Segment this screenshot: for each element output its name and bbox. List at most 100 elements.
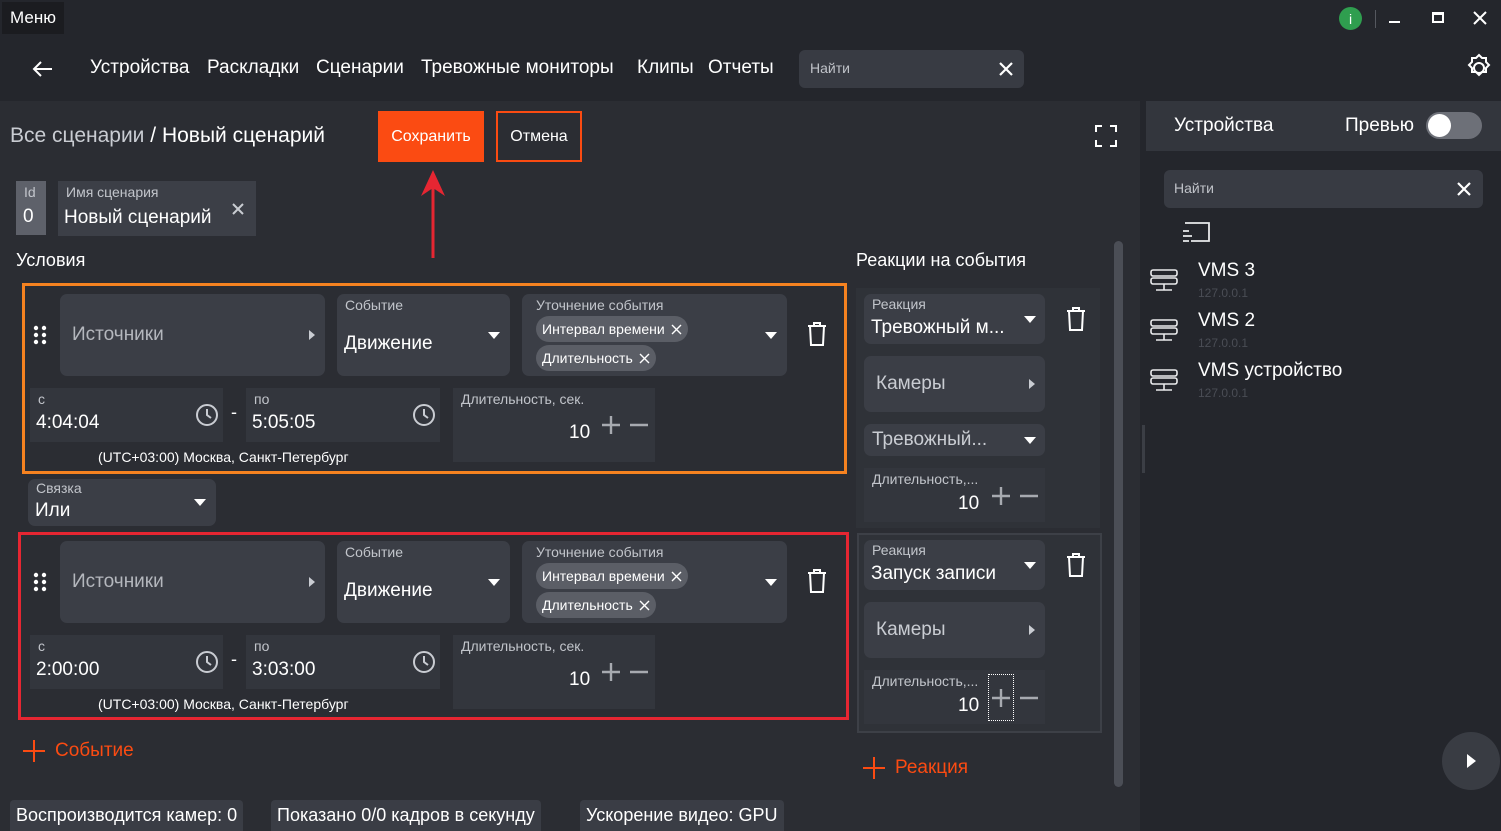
time-to-value: 5:05:05 bbox=[252, 412, 316, 433]
scenario-name-field[interactable]: Имя сценария Новый сценарий bbox=[58, 181, 256, 236]
chevron-down-icon bbox=[194, 499, 206, 506]
chip-duration[interactable]: Длительность bbox=[536, 345, 656, 371]
time-from-field[interactable]: с 4:04:04 bbox=[30, 388, 223, 442]
plus-icon[interactable] bbox=[991, 688, 1011, 708]
time-to-field[interactable]: по 5:05:05 bbox=[246, 388, 440, 442]
minus-icon[interactable] bbox=[1019, 688, 1039, 708]
delete-reaction-icon[interactable] bbox=[1066, 307, 1086, 331]
editor-scrollbar[interactable] bbox=[1114, 241, 1123, 787]
event-select[interactable]: Событие Движение bbox=[337, 294, 510, 376]
time-from-label: с bbox=[38, 638, 45, 654]
sources-selector[interactable]: Источники bbox=[60, 541, 325, 623]
reaction-select[interactable]: Реакция Запуск записи bbox=[864, 540, 1045, 590]
chip-remove-icon[interactable] bbox=[671, 324, 682, 335]
time-dash: - bbox=[231, 402, 237, 422]
plus-icon[interactable] bbox=[601, 662, 621, 682]
chip-remove-icon[interactable] bbox=[639, 353, 650, 364]
reaction-select[interactable]: Реакция Тревожный м... bbox=[864, 294, 1045, 344]
chip-interval[interactable]: Интервал времени bbox=[536, 316, 688, 342]
chip-duration[interactable]: Длительность bbox=[536, 592, 656, 618]
chevron-down-icon bbox=[1024, 562, 1036, 569]
device-name[interactable]: VMS устройство bbox=[1198, 360, 1342, 382]
reaction-cameras-selector[interactable]: Камеры bbox=[864, 356, 1045, 412]
nav-scenarios[interactable]: Сценарии bbox=[316, 57, 404, 79]
nav-reports[interactable]: Отчеты bbox=[708, 57, 774, 79]
alarm-monitor-select[interactable]: Тревожный... bbox=[864, 424, 1045, 456]
duration-label: Длительность, сек. bbox=[461, 638, 585, 654]
device-group-icon[interactable] bbox=[1182, 222, 1210, 246]
reaction-duration-stepper[interactable]: Длительность,... 10 bbox=[864, 468, 1045, 522]
nav-clips[interactable]: Клипы bbox=[637, 57, 694, 79]
reaction-duration-value: 10 bbox=[958, 695, 980, 716]
drag-handle-icon[interactable] bbox=[33, 325, 47, 345]
cancel-button[interactable]: Отмена bbox=[496, 111, 582, 162]
fullscreen-icon[interactable] bbox=[1095, 125, 1117, 147]
nav-alarm-monitors[interactable]: Тревожные мониторы bbox=[421, 57, 614, 79]
maximize-icon[interactable] bbox=[1432, 12, 1444, 23]
clear-name-icon[interactable] bbox=[232, 203, 244, 215]
tab-devices[interactable]: Устройства bbox=[1174, 115, 1273, 137]
time-to-value: 3:03:00 bbox=[252, 659, 316, 680]
time-to-field[interactable]: по 3:03:00 bbox=[246, 635, 440, 689]
plus-icon[interactable] bbox=[601, 415, 621, 435]
minus-icon[interactable] bbox=[629, 662, 649, 682]
duration-value: 10 bbox=[569, 669, 591, 690]
save-button[interactable]: Сохранить bbox=[378, 111, 484, 162]
clock-icon[interactable] bbox=[195, 650, 219, 674]
devices-panel bbox=[1146, 101, 1501, 831]
reaction-duration-stepper[interactable]: Длительность,... 10 bbox=[864, 670, 1045, 724]
time-to-label: по bbox=[254, 391, 270, 407]
device-name[interactable]: VMS 3 bbox=[1198, 260, 1255, 282]
duration-stepper[interactable]: Длительность, сек. 10 bbox=[453, 388, 655, 462]
add-reaction-button[interactable]: Реакция bbox=[862, 756, 968, 780]
chevron-right-icon bbox=[1029, 625, 1035, 635]
duration-value: 10 bbox=[569, 422, 591, 443]
time-dash: - bbox=[231, 649, 237, 669]
nav-devices[interactable]: Устройства bbox=[90, 57, 189, 79]
device-name[interactable]: VMS 2 bbox=[1198, 310, 1255, 332]
sources-selector[interactable]: Источники bbox=[60, 294, 325, 376]
chip-remove-icon[interactable] bbox=[639, 600, 650, 611]
panel-splitter[interactable] bbox=[1142, 425, 1145, 473]
clear-search-icon[interactable] bbox=[1457, 182, 1471, 196]
add-event-button[interactable]: Событие bbox=[22, 739, 134, 763]
minus-icon[interactable] bbox=[1019, 486, 1039, 506]
delete-condition-icon[interactable] bbox=[807, 322, 827, 346]
menu-button[interactable]: Меню bbox=[2, 2, 64, 34]
clock-icon[interactable] bbox=[412, 650, 436, 674]
event-refine-select[interactable]: Уточнение события Интервал времени Длите… bbox=[522, 294, 787, 376]
minus-icon[interactable] bbox=[629, 415, 649, 435]
info-icon[interactable]: i bbox=[1339, 7, 1362, 30]
device-search-input[interactable]: Найти bbox=[1164, 170, 1483, 208]
time-from-field[interactable]: с 2:00:00 bbox=[30, 635, 223, 689]
chevron-right-icon bbox=[1029, 379, 1035, 389]
breadcrumb-all[interactable]: Все сценарии bbox=[10, 124, 144, 147]
chip-interval-label: Интервал времени bbox=[542, 568, 665, 584]
reaction-cameras-selector[interactable]: Камеры bbox=[864, 602, 1045, 658]
event-select[interactable]: Событие Движение bbox=[337, 541, 510, 623]
link-select[interactable]: Связка Или bbox=[28, 479, 216, 526]
settings-gear-icon[interactable] bbox=[1463, 52, 1495, 84]
device-ip: 127.0.0.1 bbox=[1198, 336, 1249, 350]
minimize-icon[interactable] bbox=[1389, 21, 1400, 23]
preview-toggle[interactable] bbox=[1426, 112, 1482, 139]
delete-condition-icon[interactable] bbox=[807, 569, 827, 593]
drag-handle-icon[interactable] bbox=[33, 572, 47, 592]
clock-icon[interactable] bbox=[195, 403, 219, 427]
clear-search-icon[interactable] bbox=[999, 62, 1013, 76]
reaction-value: Тревожный м... bbox=[871, 317, 1005, 338]
back-arrow-icon[interactable] bbox=[31, 60, 53, 78]
top-search-input[interactable]: Найти bbox=[799, 50, 1024, 88]
expand-panel-button[interactable] bbox=[1442, 732, 1500, 790]
chip-interval[interactable]: Интервал времени bbox=[536, 563, 688, 589]
clock-icon[interactable] bbox=[412, 403, 436, 427]
duration-stepper[interactable]: Длительность, сек. 10 bbox=[453, 635, 655, 709]
plus-icon[interactable] bbox=[991, 486, 1011, 506]
refine-label: Уточнение события bbox=[536, 297, 664, 313]
nav-layouts[interactable]: Раскладки bbox=[207, 57, 299, 79]
scenario-id-value: 0 bbox=[23, 206, 34, 227]
delete-reaction-icon[interactable] bbox=[1066, 553, 1086, 577]
close-icon[interactable] bbox=[1473, 11, 1487, 25]
chip-remove-icon[interactable] bbox=[671, 571, 682, 582]
event-refine-select[interactable]: Уточнение события Интервал времени Длите… bbox=[522, 541, 787, 623]
